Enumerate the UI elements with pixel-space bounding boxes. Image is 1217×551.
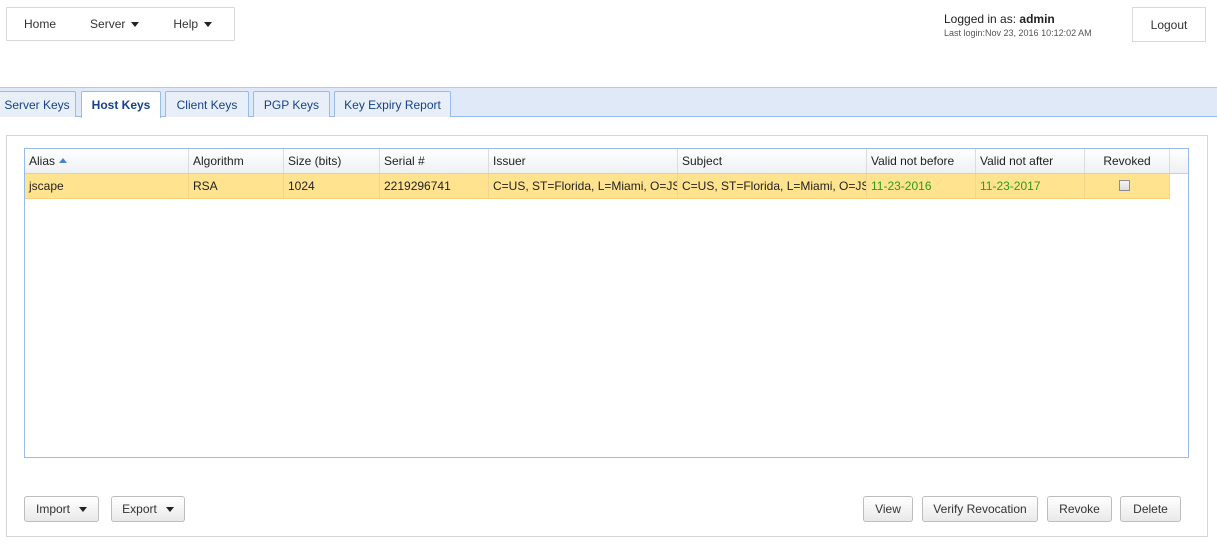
column-header-subject[interactable]: Subject <box>678 149 867 173</box>
keys-table: Alias Algorithm Size (bits) Serial # Iss… <box>24 148 1189 458</box>
tab-server-keys[interactable]: Server Keys <box>0 91 76 117</box>
nav-server-label: Server <box>90 17 126 31</box>
tab-host-keys[interactable]: Host Keys <box>81 91 161 118</box>
column-header-valid-not-after[interactable]: Valid not after <box>976 149 1085 173</box>
revoke-button[interactable]: Revoke <box>1047 496 1112 522</box>
tab-client-keys[interactable]: Client Keys <box>165 91 249 117</box>
tab-bar: Server Keys Host Keys Client Keys PGP Ke… <box>0 87 1217 118</box>
sort-ascending-icon <box>59 158 68 163</box>
column-header-algorithm[interactable]: Algorithm <box>189 149 284 173</box>
import-button[interactable]: Import <box>24 496 99 522</box>
login-info: Logged in as: admin Last login:Nov 23, 2… <box>944 12 1092 38</box>
nav-home-label: Home <box>24 17 57 31</box>
tab-pgp-keys[interactable]: PGP Keys <box>253 91 330 117</box>
export-button[interactable]: Export <box>111 496 185 522</box>
column-header-alias[interactable]: Alias <box>25 149 189 173</box>
cell-serial: 2219296741 <box>380 174 489 198</box>
top-nav: Home Server Help <box>6 7 235 41</box>
view-button[interactable]: View <box>863 496 913 522</box>
logged-in-label: Logged in as: <box>944 12 1017 26</box>
cell-subject: C=US, ST=Florida, L=Miami, O=JSCAPE <box>678 174 867 198</box>
cell-size: 1024 <box>284 174 380 198</box>
nav-help-menu[interactable]: Help <box>156 8 229 40</box>
chevron-down-icon <box>79 506 87 512</box>
table-header: Alias Algorithm Size (bits) Serial # Iss… <box>25 149 1188 174</box>
last-login: Last login:Nov 23, 2016 10:12:02 AM <box>944 28 1092 38</box>
logged-in-line: Logged in as: admin <box>944 12 1092 26</box>
cell-revoked <box>1085 174 1170 198</box>
username: admin <box>1019 12 1055 26</box>
column-header-revoked[interactable]: Revoked <box>1085 149 1170 173</box>
cell-algorithm: RSA <box>189 174 284 198</box>
cell-valid-not-after: 11-23-2017 <box>976 174 1085 198</box>
cell-issuer: C=US, ST=Florida, L=Miami, O=JSCAPE <box>489 174 678 198</box>
chevron-down-icon <box>204 21 213 27</box>
chevron-down-icon <box>131 21 140 27</box>
verify-revocation-button[interactable]: Verify Revocation <box>922 496 1038 522</box>
nav-home[interactable]: Home <box>7 8 73 40</box>
chevron-down-icon <box>165 506 174 512</box>
logout-button[interactable]: Logout <box>1132 7 1206 42</box>
delete-button[interactable]: Delete <box>1120 496 1181 522</box>
nav-server-menu[interactable]: Server <box>73 8 156 40</box>
import-button-label: Import <box>35 502 70 516</box>
column-header-valid-not-before[interactable]: Valid not before <box>867 149 976 173</box>
nav-help-label: Help <box>173 17 199 31</box>
column-header-issuer[interactable]: Issuer <box>489 149 678 173</box>
cell-valid-not-before: 11-23-2016 <box>867 174 976 198</box>
export-button-label: Export <box>122 502 157 516</box>
revoked-checkbox[interactable] <box>1119 180 1130 191</box>
column-header-label: Alias <box>29 154 56 168</box>
column-header-serial[interactable]: Serial # <box>380 149 489 173</box>
tab-key-expiry-report[interactable]: Key Expiry Report <box>334 91 451 117</box>
cell-alias: jscape <box>25 174 189 198</box>
table-row[interactable]: jscape RSA 1024 2219296741 C=US, ST=Flor… <box>25 174 1170 199</box>
column-header-size[interactable]: Size (bits) <box>284 149 380 173</box>
